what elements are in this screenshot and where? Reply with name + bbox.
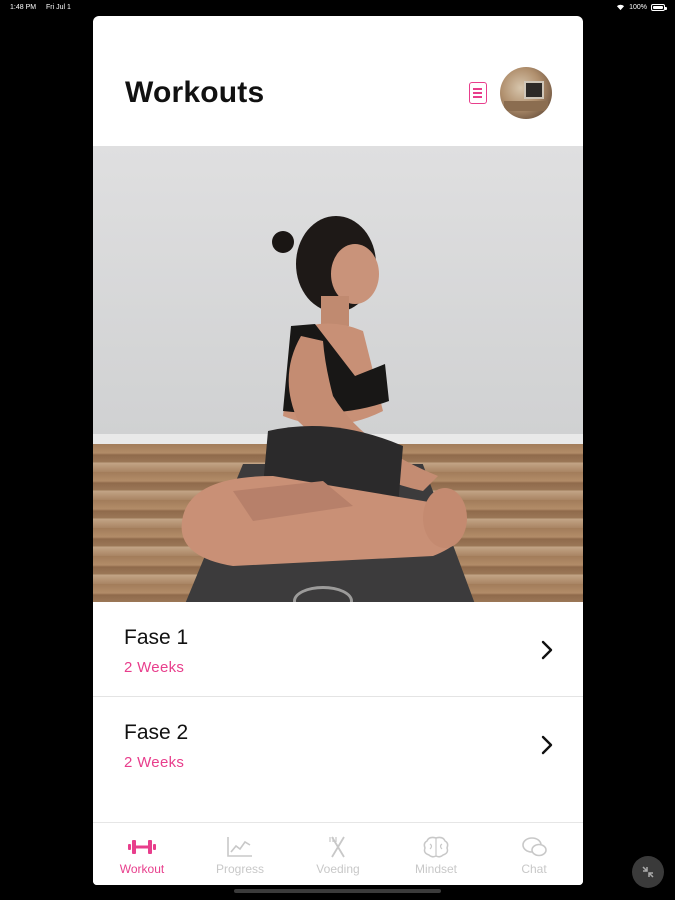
- fork-knife-icon: [329, 836, 345, 858]
- status-left: 1:48 PM Fri Jul 1: [10, 4, 79, 11]
- phase-duration: 2 Weeks: [124, 659, 185, 676]
- tab-progress[interactable]: Progress: [191, 823, 289, 885]
- avatar[interactable]: [500, 67, 552, 119]
- tab-label: Voeding: [316, 862, 360, 876]
- tab-bar: Workout Progress Voeding Mindset Chat: [93, 822, 583, 885]
- chevron-right-icon: [541, 640, 553, 660]
- hero-image: [93, 146, 583, 602]
- status-date: Fri Jul 1: [46, 4, 71, 11]
- brain-icon: [423, 836, 449, 858]
- collapse-button[interactable]: [632, 856, 664, 888]
- status-right: 100%: [616, 3, 667, 11]
- tab-label: Workout: [119, 862, 165, 876]
- phase-title: Fase 2: [124, 721, 189, 744]
- dumbbell-icon: [128, 840, 156, 854]
- status-time: 1:48 PM: [10, 4, 37, 11]
- phase-row-1[interactable]: Fase 1 2 Weeks: [93, 602, 583, 697]
- chat-bubbles-icon: [522, 837, 547, 857]
- tab-workout[interactable]: Workout: [93, 823, 191, 885]
- page-title: Workouts: [125, 76, 265, 109]
- collapse-arrows-icon: [642, 866, 654, 878]
- chevron-right-icon: [541, 735, 553, 755]
- tab-label: Mindset: [414, 862, 458, 876]
- header: Workouts: [93, 16, 583, 146]
- yoga-photo-icon: [181, 216, 467, 566]
- tab-voeding[interactable]: Voeding: [289, 823, 387, 885]
- phase-row-2[interactable]: Fase 2 2 Weeks: [93, 697, 583, 792]
- wifi-icon: [616, 4, 625, 11]
- tab-label: Progress: [215, 862, 265, 876]
- notes-icon[interactable]: [469, 82, 487, 104]
- app-window: Workouts Fase 1 2 Weeks Fase 2 2 Weeks W…: [93, 16, 583, 885]
- home-indicator[interactable]: [234, 889, 441, 893]
- battery-icon: [651, 3, 667, 11]
- tab-mindset[interactable]: Mindset: [387, 823, 485, 885]
- tab-label: Chat: [521, 862, 547, 876]
- phase-title: Fase 1: [124, 626, 189, 649]
- chart-icon: [227, 837, 252, 857]
- phase-duration: 2 Weeks: [124, 754, 185, 771]
- battery-percent: 100%: [629, 3, 647, 11]
- status-bar: 1:48 PM Fri Jul 1 100%: [0, 0, 675, 16]
- tab-chat[interactable]: Chat: [485, 823, 583, 885]
